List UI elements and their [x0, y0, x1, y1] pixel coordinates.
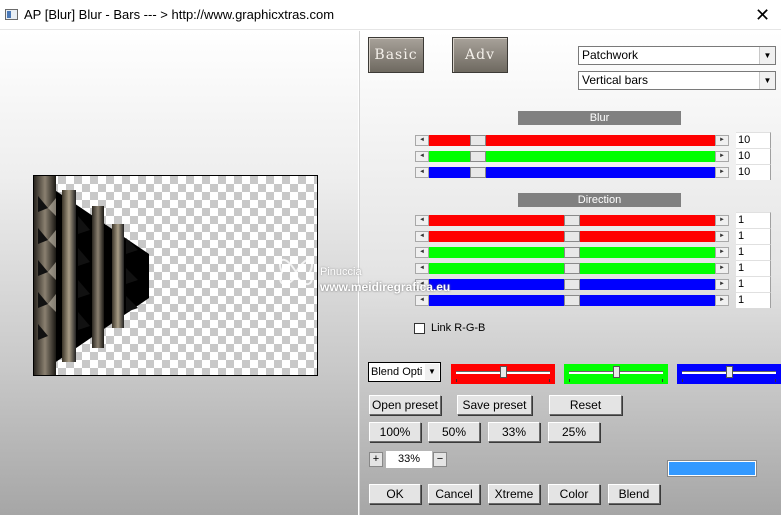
- zoom-out-button[interactable]: −: [433, 452, 447, 467]
- blur-value-field-2[interactable]: 10: [736, 148, 771, 164]
- slider-thumb[interactable]: [564, 263, 580, 274]
- direction-slider-6[interactable]: ◄ ►: [415, 295, 729, 306]
- slider-track[interactable]: [429, 151, 715, 162]
- app-icon: [5, 9, 18, 20]
- blur-section-title: Blur: [518, 111, 681, 125]
- slider-thumb[interactable]: [613, 366, 620, 378]
- chevron-down-icon[interactable]: ▼: [759, 47, 775, 64]
- scroll-right-icon[interactable]: ►: [715, 295, 729, 306]
- scroll-left-icon[interactable]: ◄: [415, 279, 429, 290]
- chevron-down-icon[interactable]: ▼: [425, 364, 439, 380]
- scroll-right-icon[interactable]: ►: [715, 263, 729, 274]
- zoom-100-button[interactable]: 100%: [369, 422, 421, 442]
- slider-thumb[interactable]: [470, 151, 486, 162]
- blur-value-field-1[interactable]: 10: [736, 132, 771, 148]
- scroll-right-icon[interactable]: ►: [715, 151, 729, 162]
- direction-value-field-6[interactable]: 1: [736, 292, 771, 308]
- slider-thumb[interactable]: [564, 231, 580, 242]
- blend-options-select[interactable]: Blend Opti ▼: [368, 362, 441, 382]
- scroll-left-icon[interactable]: ◄: [415, 135, 429, 146]
- direction-slider-1[interactable]: ◄ ►: [415, 215, 729, 226]
- scroll-left-icon[interactable]: ◄: [415, 167, 429, 178]
- scroll-left-icon[interactable]: ◄: [415, 263, 429, 274]
- zoom-in-button[interactable]: +: [369, 452, 383, 467]
- slider-track[interactable]: [429, 135, 715, 146]
- slider-thumb[interactable]: [564, 215, 580, 226]
- zoom-33-button[interactable]: 33%: [488, 422, 540, 442]
- basic-tab-button[interactable]: Basic: [368, 37, 424, 73]
- slider-thumb[interactable]: [726, 366, 733, 378]
- blend-button[interactable]: Blend: [608, 484, 660, 504]
- slider-thumb[interactable]: [564, 295, 580, 306]
- ok-button[interactable]: OK: [369, 484, 421, 504]
- blur-slider-2[interactable]: ◄ ►: [415, 151, 729, 162]
- category-dropdown[interactable]: Patchwork ▼: [578, 46, 776, 65]
- controls-panel: Basic Adv Patchwork ▼ Vertical bars ▼ Bl…: [360, 31, 781, 515]
- slider-thumb[interactable]: [500, 366, 507, 378]
- preview-pane: [0, 31, 358, 515]
- adv-tab-button[interactable]: Adv: [452, 37, 508, 73]
- save-preset-button[interactable]: Save preset: [457, 395, 532, 415]
- direction-value-field-5[interactable]: 1: [736, 276, 771, 292]
- scroll-right-icon[interactable]: ►: [715, 135, 729, 146]
- zoom-25-button[interactable]: 25%: [548, 422, 600, 442]
- xtreme-button[interactable]: Xtreme: [488, 484, 540, 504]
- scroll-right-icon[interactable]: ►: [715, 279, 729, 290]
- effect-dropdown[interactable]: Vertical bars ▼: [578, 71, 776, 90]
- direction-slider-5[interactable]: ◄ ►: [415, 279, 729, 290]
- blend-red-slider[interactable]: [451, 364, 555, 384]
- effect-value: Vertical bars: [582, 73, 649, 87]
- blur-value-field-3[interactable]: 10: [736, 164, 771, 180]
- scroll-left-icon[interactable]: ◄: [415, 231, 429, 242]
- window-title: AP [Blur] Blur - Bars --- > http://www.g…: [24, 7, 335, 22]
- direction-section-title: Direction: [518, 193, 681, 207]
- preview-image: [34, 176, 149, 375]
- slider-track[interactable]: [429, 247, 715, 258]
- preview-canvas[interactable]: [33, 175, 318, 376]
- scroll-left-icon[interactable]: ◄: [415, 247, 429, 258]
- blur-slider-1[interactable]: ◄ ►: [415, 135, 729, 146]
- close-icon[interactable]: ✕: [744, 2, 781, 28]
- direction-value-field-4[interactable]: 1: [736, 260, 771, 276]
- cancel-button[interactable]: Cancel: [428, 484, 480, 504]
- scroll-right-icon[interactable]: ►: [715, 215, 729, 226]
- blend-blue-slider[interactable]: [677, 364, 781, 384]
- scroll-left-icon[interactable]: ◄: [415, 151, 429, 162]
- open-preset-button[interactable]: Open preset: [369, 395, 441, 415]
- slider-thumb[interactable]: [470, 167, 486, 178]
- direction-slider-4[interactable]: ◄ ►: [415, 263, 729, 274]
- reset-button[interactable]: Reset: [549, 395, 622, 415]
- slider-track[interactable]: [429, 295, 715, 306]
- color-button[interactable]: Color: [548, 484, 600, 504]
- title-bar: AP [Blur] Blur - Bars --- > http://www.g…: [0, 0, 781, 30]
- scroll-right-icon[interactable]: ►: [715, 167, 729, 178]
- direction-value-field-3[interactable]: 1: [736, 244, 771, 260]
- scroll-right-icon[interactable]: ►: [715, 247, 729, 258]
- direction-slider-3[interactable]: ◄ ►: [415, 247, 729, 258]
- slider-track[interactable]: [429, 215, 715, 226]
- slider-track[interactable]: [429, 167, 715, 178]
- slider-track[interactable]: [429, 279, 715, 290]
- color-swatch[interactable]: [667, 460, 757, 477]
- direction-slider-2[interactable]: ◄ ►: [415, 231, 729, 242]
- direction-value-field-2[interactable]: 1: [736, 228, 771, 244]
- zoom-50-button[interactable]: 50%: [428, 422, 480, 442]
- scroll-left-icon[interactable]: ◄: [415, 295, 429, 306]
- slider-thumb[interactable]: [564, 279, 580, 290]
- blend-green-slider[interactable]: [564, 364, 668, 384]
- direction-value-field-1[interactable]: 1: [736, 212, 771, 228]
- scroll-left-icon[interactable]: ◄: [415, 215, 429, 226]
- link-rgb-label: Link R-G-B: [431, 322, 486, 334]
- chevron-down-icon[interactable]: ▼: [759, 72, 775, 89]
- slider-track[interactable]: [429, 231, 715, 242]
- link-rgb-checkbox[interactable]: [414, 323, 425, 334]
- slider-track[interactable]: [429, 263, 715, 274]
- scroll-right-icon[interactable]: ►: [715, 231, 729, 242]
- blur-slider-3[interactable]: ◄ ►: [415, 167, 729, 178]
- slider-thumb[interactable]: [564, 247, 580, 258]
- zoom-value: 33%: [386, 451, 432, 468]
- category-value: Patchwork: [582, 48, 639, 62]
- slider-thumb[interactable]: [470, 135, 486, 146]
- blend-options-value: Blend Opti: [371, 366, 423, 378]
